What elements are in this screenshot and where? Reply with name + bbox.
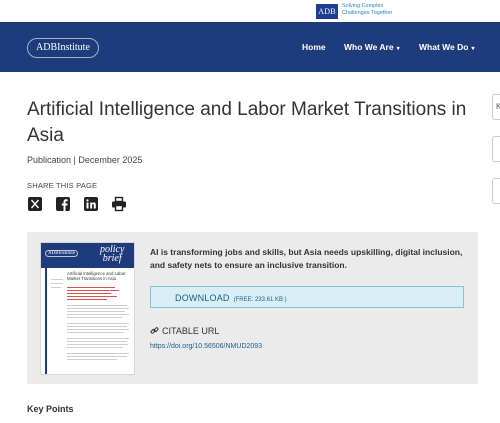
cover-text-line [67,341,127,342]
cover-text-line [67,314,129,315]
nav-home[interactable]: Home [302,42,326,52]
chevron-down-icon: ▾ [396,46,400,52]
nav-home-label: Home [302,42,326,52]
cover-text-line [67,347,123,348]
right-panel-item[interactable] [492,136,500,162]
adb-logo[interactable]: ADB [316,4,338,19]
adb-tagline-line-2: Challenges Together [342,10,393,16]
download-button[interactable]: DOWNLOAD (FREE: 233.61 KB ) [150,286,464,308]
cover-text-line [67,290,119,291]
citable-url-heading: CITABLE URL [150,326,219,337]
cover-text-line [67,308,129,309]
cover-text-line [67,287,115,288]
cover-text-line [67,329,129,330]
nav-who-we-are-label: Who We Are [344,42,394,52]
cover-text-line [51,287,61,288]
cover-text-line [67,317,122,318]
key-points-heading: Key Points [27,404,74,414]
cover-text-line [67,293,111,294]
share-label: SHARE THIS PAGE [27,181,98,190]
citable-url-label: CITABLE URL [162,326,220,336]
share-icons [27,196,127,212]
linkedin-icon[interactable] [83,196,99,212]
cover-policy-brief: policy brief [100,245,124,264]
cover-text-line [67,338,129,339]
cover-adbi-logo: ADBInstitute [45,250,78,257]
cover-text-line [67,359,117,360]
cover-text-line [67,332,124,333]
facebook-icon[interactable] [55,196,71,212]
cover-side-stripe [45,268,47,374]
cover-brief-word: brief [102,253,122,264]
cover-text-line [67,311,125,312]
publication-meta: Publication | December 2025 [27,155,143,165]
publication-cover-thumbnail[interactable]: ADBInstitute policy brief Artificial Int… [40,242,135,375]
cover-text-line [67,353,129,354]
citable-url-link[interactable]: https://doi.org/10.56506/NMUD2093 [150,343,262,350]
download-label: DOWNLOAD [175,293,230,303]
cover-text-line [67,344,128,345]
right-panel-item[interactable]: K [492,94,500,120]
cover-text-line [67,326,127,327]
x-icon[interactable] [27,196,43,212]
page-title: Artificial Intelligence and Labor Market… [27,99,467,146]
print-icon[interactable] [111,196,127,212]
cover-text-line [67,356,127,357]
cover-text-line [51,283,63,284]
cover-text-line [67,299,107,300]
right-panel-item[interactable] [492,178,500,204]
download-size: (FREE: 233.61 KB ) [233,297,287,303]
adb-tagline-line-1: Solving Complex [342,3,384,9]
publication-summary-text: AI is transforming jobs and skills, but … [150,247,463,270]
nav-who-we-are[interactable]: Who We Are ▾ [344,42,400,52]
cover-text-line [51,279,63,280]
nav-what-we-do[interactable]: What We Do ▾ [419,42,474,52]
adbi-logo[interactable]: ADBInstitute [27,38,99,58]
link-icon [150,326,159,337]
nav-what-we-do-label: What We Do [419,42,469,52]
cover-text-line [67,323,129,324]
adb-tagline: Solving Complex Challenges Together [342,3,392,17]
cover-title: Artificial Intelligence and Labor Market… [67,271,126,282]
cover-text-line [67,305,127,306]
top-strip [0,0,500,22]
chevron-down-icon: ▾ [471,46,475,52]
cover-text-line [67,296,117,297]
